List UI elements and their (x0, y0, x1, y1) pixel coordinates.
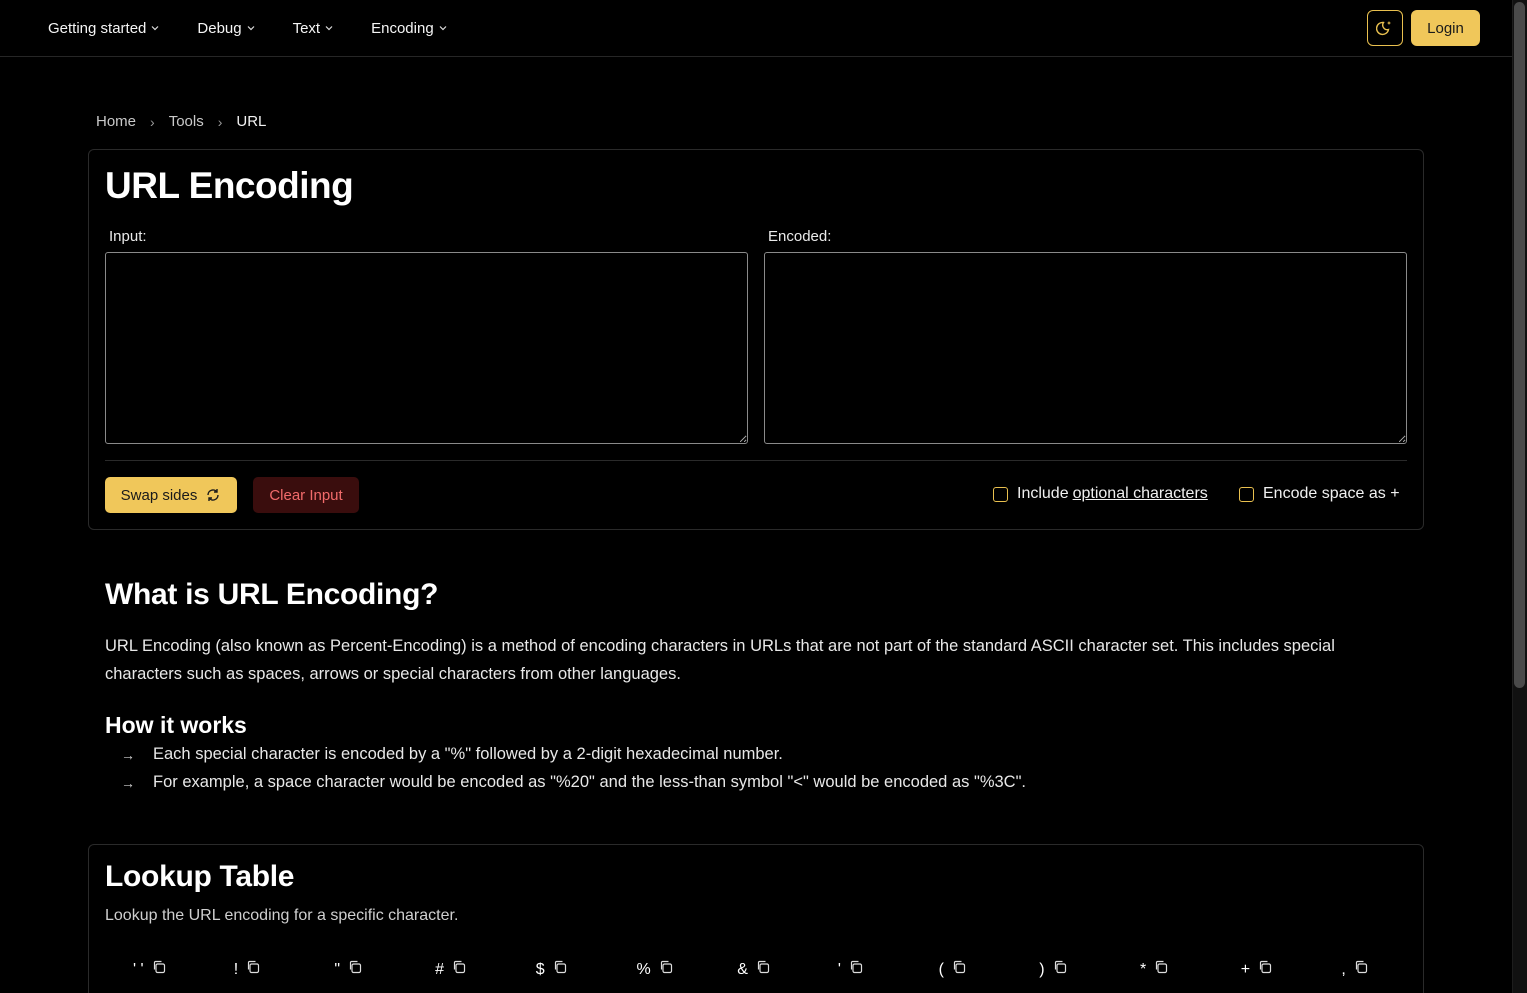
lookup-item[interactable]: $ (536, 960, 567, 979)
lookup-char: & (737, 960, 748, 978)
clear-input-button[interactable]: Clear Input (253, 477, 359, 513)
login-button[interactable]: Login (1411, 10, 1480, 46)
encode-space-option[interactable]: Encode space as + (1239, 485, 1400, 503)
nav-label: Encoding (371, 19, 434, 37)
chevron-down-icon (151, 26, 159, 31)
list-item: → Each special character is encoded by a… (121, 745, 783, 764)
lookup-char: ( (938, 960, 944, 978)
lookup-char: ! (233, 960, 239, 978)
copy-icon[interactable] (849, 960, 863, 979)
copy-icon[interactable] (553, 960, 567, 979)
option-label: Include (1017, 485, 1069, 502)
nav-encoding[interactable]: Encoding (371, 20, 447, 37)
lookup-row: ' '! " # $% & ' () * +, (105, 960, 1407, 984)
copy-icon[interactable] (246, 960, 260, 979)
optional-characters-checkbox[interactable] (993, 486, 1008, 502)
lookup-item[interactable]: & (737, 960, 770, 979)
list-item: → For example, a space character would b… (121, 773, 1026, 792)
divider (105, 460, 1407, 461)
copy-icon[interactable] (952, 960, 966, 979)
arrow-right-icon: → (121, 774, 135, 791)
list-item-text: Each special character is encoded by a "… (153, 745, 783, 763)
lookup-char: + (1240, 960, 1251, 978)
breadcrumb-home[interactable]: Home (96, 113, 136, 130)
nav-debug[interactable]: Debug (197, 19, 255, 37)
nav-label: Text (292, 19, 321, 37)
copy-icon[interactable] (152, 960, 166, 979)
chevron-down-icon (247, 26, 255, 31)
lookup-item[interactable]: # (435, 960, 466, 979)
refresh-icon (207, 489, 220, 501)
lookup-item[interactable]: ! (234, 960, 260, 979)
theme-toggle-button[interactable] (1367, 10, 1403, 46)
lookup-char: ' (837, 960, 841, 978)
encoded-label: Encoded: (768, 228, 832, 245)
arrow-right-icon: → (121, 746, 135, 763)
optional-characters-link[interactable]: optional characters (1073, 485, 1208, 503)
moon-icon (1376, 21, 1391, 36)
nav-getting-started[interactable]: Getting started (48, 20, 159, 37)
nav-text[interactable]: Text (293, 20, 334, 37)
lookup-item[interactable]: % (637, 960, 673, 979)
copy-icon[interactable] (348, 960, 362, 979)
page-title: URL Encoding (105, 165, 354, 206)
copy-icon[interactable] (1053, 960, 1067, 979)
main-nav: Getting started Debug Text Encoding (48, 0, 485, 56)
breadcrumb-current: URL (236, 113, 267, 130)
list-item-text: For example, a space character would be … (153, 773, 1027, 791)
lookup-char: " (334, 960, 341, 978)
chevron-down-icon (439, 26, 447, 31)
lookup-char: ' ' (133, 960, 144, 978)
input-textarea[interactable] (105, 252, 748, 444)
breadcrumb: Home › Tools › URL (96, 113, 266, 130)
swap-sides-button[interactable]: Swap sides (105, 477, 237, 513)
lookup-char: $ (535, 960, 545, 978)
option-label: Encode space as + (1263, 485, 1400, 502)
scrollbar-thumb[interactable] (1514, 2, 1525, 688)
lookup-char: , (1341, 960, 1346, 978)
copy-icon[interactable] (756, 960, 770, 979)
lookup-char: # (435, 960, 444, 978)
lookup-item[interactable]: " (334, 960, 362, 979)
lookup-char: ) (1039, 960, 1045, 978)
encode-space-checkbox[interactable] (1239, 486, 1254, 502)
lookup-item[interactable]: + (1241, 960, 1272, 979)
copy-icon[interactable] (659, 960, 673, 979)
chevron-right-icon: › (150, 113, 155, 130)
lookup-subtitle: Lookup the URL encoding for a specific c… (105, 907, 459, 924)
swap-label: Swap sides (120, 486, 198, 504)
encoded-textarea[interactable] (764, 252, 1407, 444)
chevron-right-icon: › (217, 113, 223, 130)
copy-icon[interactable] (1354, 960, 1368, 979)
how-it-works-heading: How it works (105, 712, 247, 738)
optional-characters-option[interactable]: Include optional characters (993, 485, 1208, 503)
copy-icon[interactable] (1258, 960, 1272, 979)
chevron-down-icon (325, 26, 333, 31)
lookup-item[interactable]: ( (939, 960, 966, 979)
lookup-item[interactable]: ' (838, 960, 863, 979)
section-heading: What is URL Encoding? (105, 578, 439, 611)
nav-label: Getting started (48, 19, 147, 37)
lookup-char: % (636, 960, 651, 978)
description-paragraph: URL Encoding (also known as Percent-Enco… (105, 637, 1335, 683)
copy-icon[interactable] (1154, 960, 1168, 979)
lookup-heading: Lookup Table (105, 860, 295, 893)
lookup-item[interactable]: , (1341, 960, 1367, 979)
copy-icon[interactable] (452, 960, 466, 979)
input-label: Input: (109, 228, 147, 245)
breadcrumb-tools[interactable]: Tools (169, 113, 204, 130)
lookup-item[interactable]: * (1140, 960, 1168, 979)
nav-label: Debug (197, 19, 242, 37)
lookup-item[interactable]: ) (1039, 960, 1066, 979)
lookup-char: * (1140, 960, 1147, 978)
lookup-item[interactable]: ' ' (133, 960, 166, 979)
